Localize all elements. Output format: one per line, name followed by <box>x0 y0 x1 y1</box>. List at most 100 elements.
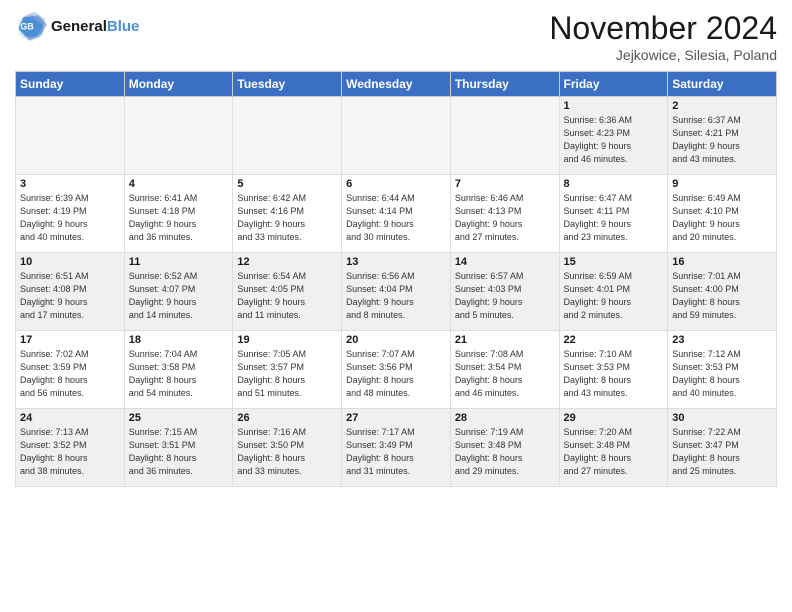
table-row <box>124 97 233 175</box>
day-number: 6 <box>346 178 446 190</box>
day-info: Sunrise: 7:07 AM Sunset: 3:56 PM Dayligh… <box>346 348 446 400</box>
logo-text-block: GeneralBlue <box>51 18 139 35</box>
day-number: 4 <box>129 178 229 190</box>
logo-icon: GB <box>15 10 47 42</box>
location: Jejkowice, Silesia, Poland <box>549 47 777 63</box>
table-row: 11 Sunrise: 6:52 AM Sunset: 4:07 PM Dayli… <box>124 253 233 331</box>
day-number: 20 <box>346 334 446 346</box>
table-row: 23 Sunrise: 7:12 AM Sunset: 3:53 PM Dayli… <box>668 331 777 409</box>
day-info: Sunrise: 6:52 AM Sunset: 4:07 PM Dayligh… <box>129 270 229 322</box>
day-number: 22 <box>564 334 664 346</box>
day-number: 29 <box>564 412 664 424</box>
calendar-header-row: Sunday Monday Tuesday Wednesday Thursday… <box>16 72 777 97</box>
day-info: Sunrise: 7:17 AM Sunset: 3:49 PM Dayligh… <box>346 426 446 478</box>
day-number: 21 <box>455 334 555 346</box>
day-number: 17 <box>20 334 120 346</box>
day-info: Sunrise: 6:39 AM Sunset: 4:19 PM Dayligh… <box>20 192 120 244</box>
col-thursday: Thursday <box>450 72 559 97</box>
table-row: 20 Sunrise: 7:07 AM Sunset: 3:56 PM Dayli… <box>342 331 451 409</box>
table-row: 13 Sunrise: 6:56 AM Sunset: 4:04 PM Dayli… <box>342 253 451 331</box>
table-row: 24Sunrise: 7:13 AM Sunset: 3:52 PM Dayli… <box>16 409 125 487</box>
col-saturday: Saturday <box>668 72 777 97</box>
day-number: 15 <box>564 256 664 268</box>
day-number: 24 <box>20 412 120 424</box>
day-info: Sunrise: 7:20 AM Sunset: 3:48 PM Dayligh… <box>564 426 664 478</box>
table-row: 17 Sunrise: 7:02 AM Sunset: 3:59 PM Dayli… <box>16 331 125 409</box>
table-row: 3 Sunrise: 6:39 AM Sunset: 4:19 PM Daylig… <box>16 175 125 253</box>
table-row: 14 Sunrise: 6:57 AM Sunset: 4:03 PM Dayli… <box>450 253 559 331</box>
day-info: Sunrise: 7:04 AM Sunset: 3:58 PM Dayligh… <box>129 348 229 400</box>
table-row: 30 Sunrise: 7:22 AM Sunset: 3:47 PM Dayli… <box>668 409 777 487</box>
table-row: 18 Sunrise: 7:04 AM Sunset: 3:58 PM Dayli… <box>124 331 233 409</box>
col-monday: Monday <box>124 72 233 97</box>
day-info: Sunrise: 7:16 AM Sunset: 3:50 PM Dayligh… <box>237 426 337 478</box>
calendar-table: Sunday Monday Tuesday Wednesday Thursday… <box>15 71 777 487</box>
col-wednesday: Wednesday <box>342 72 451 97</box>
day-info: Sunrise: 6:37 AM Sunset: 4:21 PM Dayligh… <box>672 114 772 166</box>
day-info: Sunrise: 6:56 AM Sunset: 4:04 PM Dayligh… <box>346 270 446 322</box>
table-row: 10Sunrise: 6:51 AM Sunset: 4:08 PM Dayli… <box>16 253 125 331</box>
day-info: Sunrise: 7:19 AM Sunset: 3:48 PM Dayligh… <box>455 426 555 478</box>
table-row: 22 Sunrise: 7:10 AM Sunset: 3:53 PM Dayli… <box>559 331 668 409</box>
table-row <box>450 97 559 175</box>
table-row: 12Sunrise: 6:54 AM Sunset: 4:05 PM Dayli… <box>233 253 342 331</box>
table-row <box>233 97 342 175</box>
day-info: Sunrise: 7:08 AM Sunset: 3:54 PM Dayligh… <box>455 348 555 400</box>
calendar-week-row: 17 Sunrise: 7:02 AM Sunset: 3:59 PM Dayli… <box>16 331 777 409</box>
table-row: 8 Sunrise: 6:47 AM Sunset: 4:11 PM Daylig… <box>559 175 668 253</box>
day-info: Sunrise: 7:15 AM Sunset: 3:51 PM Dayligh… <box>129 426 229 478</box>
day-number: 5 <box>237 178 337 190</box>
day-number: 28 <box>455 412 555 424</box>
day-number: 23 <box>672 334 772 346</box>
day-info: Sunrise: 7:22 AM Sunset: 3:47 PM Dayligh… <box>672 426 772 478</box>
table-row: 15Sunrise: 6:59 AM Sunset: 4:01 PM Dayli… <box>559 253 668 331</box>
table-row: 6 Sunrise: 6:44 AM Sunset: 4:14 PM Daylig… <box>342 175 451 253</box>
calendar-week-row: 1Sunrise: 6:36 AM Sunset: 4:23 PM Daylig… <box>16 97 777 175</box>
day-number: 12 <box>237 256 337 268</box>
day-number: 18 <box>129 334 229 346</box>
day-info: Sunrise: 7:01 AM Sunset: 4:00 PM Dayligh… <box>672 270 772 322</box>
day-info: Sunrise: 6:51 AM Sunset: 4:08 PM Dayligh… <box>20 270 120 322</box>
day-info: Sunrise: 6:44 AM Sunset: 4:14 PM Dayligh… <box>346 192 446 244</box>
day-info: Sunrise: 6:49 AM Sunset: 4:10 PM Dayligh… <box>672 192 772 244</box>
day-info: Sunrise: 6:42 AM Sunset: 4:16 PM Dayligh… <box>237 192 337 244</box>
table-row: 5 Sunrise: 6:42 AM Sunset: 4:16 PM Daylig… <box>233 175 342 253</box>
table-row: 7Sunrise: 6:46 AM Sunset: 4:13 PM Daylig… <box>450 175 559 253</box>
table-row: 28 Sunrise: 7:19 AM Sunset: 3:48 PM Dayli… <box>450 409 559 487</box>
table-row <box>342 97 451 175</box>
day-number: 25 <box>129 412 229 424</box>
header: GB GeneralBlue November 2024 Jejkowice, … <box>15 10 777 63</box>
svg-text:GB: GB <box>20 22 33 32</box>
day-info: Sunrise: 6:41 AM Sunset: 4:18 PM Dayligh… <box>129 192 229 244</box>
day-info: Sunrise: 7:05 AM Sunset: 3:57 PM Dayligh… <box>237 348 337 400</box>
day-info: Sunrise: 7:12 AM Sunset: 3:53 PM Dayligh… <box>672 348 772 400</box>
col-tuesday: Tuesday <box>233 72 342 97</box>
day-info: Sunrise: 6:36 AM Sunset: 4:23 PM Dayligh… <box>564 114 664 166</box>
day-info: Sunrise: 7:10 AM Sunset: 3:53 PM Dayligh… <box>564 348 664 400</box>
col-friday: Friday <box>559 72 668 97</box>
day-number: 11 <box>129 256 229 268</box>
day-number: 2 <box>672 100 772 112</box>
calendar-week-row: 3 Sunrise: 6:39 AM Sunset: 4:19 PM Daylig… <box>16 175 777 253</box>
day-number: 3 <box>20 178 120 190</box>
day-number: 8 <box>564 178 664 190</box>
table-row: 9Sunrise: 6:49 AM Sunset: 4:10 PM Daylig… <box>668 175 777 253</box>
day-number: 14 <box>455 256 555 268</box>
table-row <box>16 97 125 175</box>
day-number: 13 <box>346 256 446 268</box>
table-row: 25 Sunrise: 7:15 AM Sunset: 3:51 PM Dayli… <box>124 409 233 487</box>
table-row: 2 Sunrise: 6:37 AM Sunset: 4:21 PM Daylig… <box>668 97 777 175</box>
logo-blue: Blue <box>107 18 140 35</box>
day-number: 26 <box>237 412 337 424</box>
day-info: Sunrise: 6:46 AM Sunset: 4:13 PM Dayligh… <box>455 192 555 244</box>
table-row: 19Sunrise: 7:05 AM Sunset: 3:57 PM Dayli… <box>233 331 342 409</box>
day-info: Sunrise: 6:47 AM Sunset: 4:11 PM Dayligh… <box>564 192 664 244</box>
logo: GB GeneralBlue <box>15 10 139 42</box>
day-info: Sunrise: 6:57 AM Sunset: 4:03 PM Dayligh… <box>455 270 555 322</box>
col-sunday: Sunday <box>16 72 125 97</box>
day-info: Sunrise: 7:02 AM Sunset: 3:59 PM Dayligh… <box>20 348 120 400</box>
day-number: 27 <box>346 412 446 424</box>
table-row: 4 Sunrise: 6:41 AM Sunset: 4:18 PM Daylig… <box>124 175 233 253</box>
title-block: November 2024 Jejkowice, Silesia, Poland <box>549 10 777 63</box>
day-number: 30 <box>672 412 772 424</box>
